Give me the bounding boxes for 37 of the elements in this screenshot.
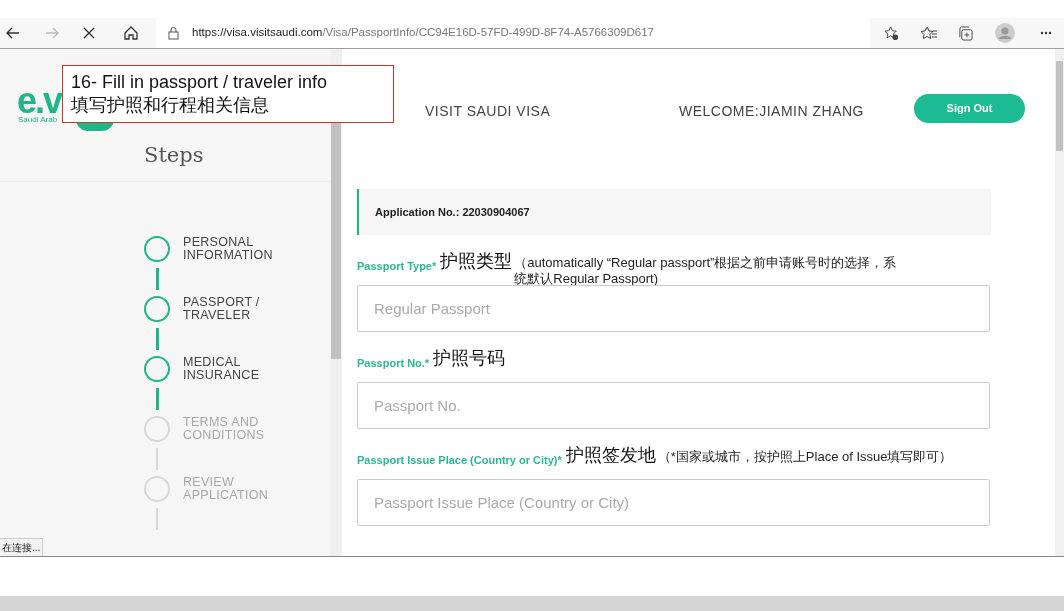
annotation-note-title: 护照类型 (440, 250, 513, 272)
add-favorite-icon[interactable] (884, 25, 899, 41)
status-text: 在连接... (2, 541, 41, 555)
profile-avatar-icon[interactable] (995, 23, 1015, 43)
annotation-note-title: 护照号码 (433, 347, 506, 369)
annotation-note: （automatically “Regular passport”根据之前申请账号时的选择，系统默认Regular Passport) (514, 255, 898, 287)
input-field[interactable]: Passport No. (357, 382, 990, 429)
home-icon[interactable] (123, 25, 139, 41)
back-icon[interactable] (5, 25, 21, 41)
field-label: Passport Type* (357, 259, 437, 274)
welcome-text: WELCOME:JIAMIN ZHANG (679, 102, 864, 121)
annotation-note: （*国家或城市，按护照上Place of Issue填写即可） (657, 449, 954, 465)
step-label[interactable]: PERSONAL INFORMATION (183, 236, 273, 262)
step-label[interactable]: MEDICAL INSURANCE (183, 356, 260, 382)
input-field[interactable]: Regular Passport (357, 285, 990, 332)
url-text: https://visa.visitsaudi.com/Visa/PassportInfo/CC94E16D-57FD-499D-8F74-A5766309D617 (192, 25, 654, 41)
steps-heading: Steps (144, 142, 204, 169)
favorites-icon[interactable] (921, 25, 937, 41)
step-label[interactable]: PASSPORT / TRAVELER (183, 296, 260, 322)
step-connector (156, 388, 159, 410)
site-title: VISIT SAUDI VISA (425, 102, 551, 121)
annotation-subtitle: 填写护照和行程相关信息 (71, 94, 270, 117)
step-connector (156, 268, 159, 290)
input-field[interactable]: Passport Issue Place (Country or City) (357, 479, 990, 526)
annotation-title: 16- Fill in passport / traveler info (71, 71, 329, 94)
page-scrollbar-thumb[interactable] (1056, 61, 1063, 151)
field-label: Passport Issue Place (Country or City)* (357, 453, 562, 468)
more-icon[interactable] (1040, 31, 1052, 35)
collections-icon[interactable] (958, 25, 973, 41)
annotation-note-title: 护照签发地 (565, 444, 656, 466)
application-number: Application No.: 22030904067 (375, 204, 530, 220)
lock-icon (168, 26, 179, 40)
logo-caption: Saudi Arab (18, 114, 58, 126)
step-connector (156, 328, 159, 350)
address-bar[interactable]: https://visa.visitsaudi.com/Visa/PassportInfo/CC94E16D-57FD-499D-8F74-A5766309D617 (156, 18, 870, 48)
field-label: Passport No.* (357, 356, 430, 371)
close-icon[interactable] (83, 27, 95, 39)
